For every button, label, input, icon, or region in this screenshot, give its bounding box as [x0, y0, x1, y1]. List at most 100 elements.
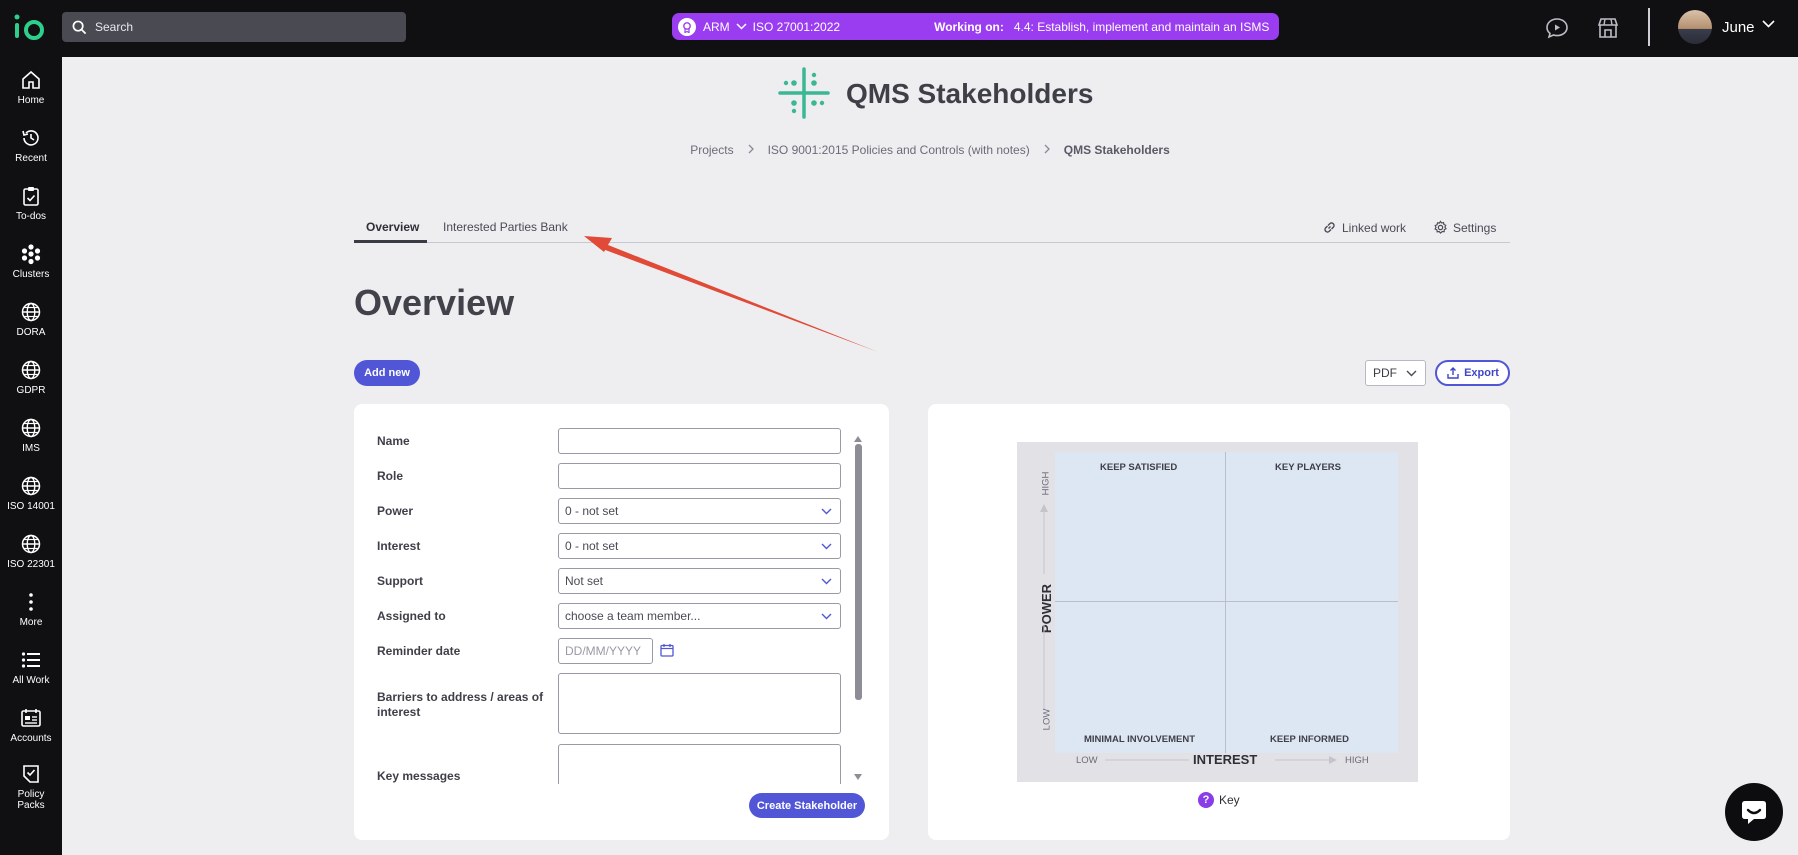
- matrix-divider-vertical: [1225, 452, 1226, 753]
- sidebar-item-label: To-dos: [15, 211, 46, 222]
- export-format-value: PDF: [1373, 366, 1397, 380]
- chevron-down-icon[interactable]: [736, 23, 747, 30]
- award-icon: [678, 17, 696, 36]
- barriers-textarea[interactable]: [558, 673, 841, 734]
- user-name[interactable]: June: [1722, 19, 1755, 36]
- sidebar-item-gdpr[interactable]: GDPR: [0, 359, 62, 415]
- sidebar-item-clusters[interactable]: Clusters: [0, 243, 62, 299]
- quadrant-minimal-involvement: MINIMAL INVOLVEMENT: [1084, 734, 1196, 745]
- chevron-down-icon: [821, 543, 832, 550]
- sidebar: Home Recent To-dos Clusters DORA GDPR IM…: [0, 57, 62, 855]
- globe-icon: [21, 360, 41, 380]
- chevron-down-icon: [821, 613, 832, 620]
- tab-bar: Overview Interested Parties Bank Linked …: [354, 216, 1510, 243]
- list-icon: [21, 652, 40, 668]
- chevron-down-icon[interactable]: [1762, 20, 1775, 28]
- tab-active-indicator: [354, 240, 427, 243]
- scrollbar-thumb[interactable]: [855, 444, 862, 700]
- sidebar-item-dora[interactable]: DORA: [0, 301, 62, 357]
- support-label: Support: [377, 574, 423, 588]
- quadrant-keep-informed: KEEP INFORMED: [1270, 734, 1350, 745]
- store-icon[interactable]: [1595, 15, 1621, 41]
- assigned-value: choose a team member...: [565, 609, 701, 623]
- interest-select[interactable]: 0 - not set: [558, 533, 841, 559]
- sidebar-item-ims[interactable]: IMS: [0, 417, 62, 473]
- x-axis-label: INTEREST: [1193, 752, 1258, 767]
- working-on-label: Working on:: [934, 19, 1004, 34]
- gear-icon: [1434, 220, 1447, 234]
- name-field[interactable]: [558, 428, 841, 454]
- chevron-right-icon: [1044, 143, 1050, 157]
- interest-value: 0 - not set: [565, 539, 619, 553]
- annotation-arrow: [584, 236, 878, 352]
- breadcrumb-projects[interactable]: Projects: [690, 143, 733, 157]
- add-new-button[interactable]: Add new: [354, 360, 420, 386]
- sidebar-item-home[interactable]: Home: [0, 69, 62, 125]
- chevron-down-icon: [821, 508, 832, 515]
- top-bar: Search ARM ISO 27001:2022 Working on: 4.…: [0, 0, 1798, 57]
- sidebar-item-label: Home: [17, 95, 45, 106]
- matrix-key[interactable]: ? Key: [1198, 792, 1240, 808]
- export-format-select[interactable]: PDF: [1365, 360, 1426, 386]
- create-stakeholder-button[interactable]: Create Stakeholder: [749, 793, 865, 818]
- support-select[interactable]: Not set: [558, 568, 841, 594]
- stakeholders-logo-icon: [778, 67, 830, 119]
- sidebar-item-label: Policy Packs: [17, 789, 45, 811]
- context-standard: ISO 27001:2022: [752, 19, 841, 34]
- power-interest-matrix: KEEP SATISFIED KEY PLAYERS MINIMAL INVOL…: [1017, 442, 1418, 782]
- linked-work-link[interactable]: Linked work: [1322, 220, 1406, 235]
- working-on-task[interactable]: 4.4: Establish, implement and maintain a…: [1014, 20, 1269, 34]
- matrix-divider-horizontal: [1055, 601, 1398, 602]
- y-axis-high: HIGH: [1040, 471, 1052, 496]
- upload-icon: [1447, 367, 1459, 379]
- key-messages-textarea[interactable]: [558, 744, 841, 784]
- assigned-select[interactable]: choose a team member...: [558, 603, 841, 629]
- stakeholder-form-card: Name Role Power 0 - not set Interest 0 -…: [354, 404, 889, 840]
- working-context-bar[interactable]: ARM ISO 27001:2022 Working on: 4.4: Esta…: [672, 13, 1279, 40]
- sidebar-item-accounts[interactable]: Accounts: [0, 707, 62, 763]
- chat-support-button[interactable]: [1725, 783, 1783, 841]
- settings-link[interactable]: Settings: [1433, 220, 1496, 235]
- power-select[interactable]: 0 - not set: [558, 498, 841, 524]
- search-placeholder: Search: [95, 20, 134, 34]
- export-button[interactable]: Export: [1435, 360, 1510, 386]
- sidebar-item-iso-22301[interactable]: ISO 22301: [0, 533, 62, 589]
- chevron-right-icon: [748, 143, 754, 157]
- power-label: Power: [377, 504, 414, 518]
- sidebar-item-label: GDPR: [16, 385, 46, 396]
- context-org: ARM: [703, 19, 730, 34]
- breadcrumb-policies[interactable]: ISO 9001:2015 Policies and Controls (wit…: [768, 143, 1030, 157]
- key-label: Key: [1219, 793, 1240, 807]
- tab-overview[interactable]: Overview: [366, 220, 419, 234]
- sidebar-item-label: ISO 14001: [7, 501, 55, 512]
- page-title: QMS Stakeholders: [846, 78, 1094, 109]
- app-logo[interactable]: [13, 12, 47, 42]
- reminder-date-field[interactable]: DD/MM/YYYY: [558, 638, 653, 664]
- clusters-icon: [21, 244, 41, 265]
- chevron-down-icon: [1406, 370, 1417, 377]
- sidebar-item-todos[interactable]: To-dos: [0, 185, 62, 241]
- role-label: Role: [377, 469, 404, 483]
- calendar-icon[interactable]: [660, 643, 674, 657]
- sidebar-item-policy-packs[interactable]: Policy Packs: [0, 763, 62, 819]
- sidebar-item-label: IMS: [22, 443, 40, 454]
- more-vertical-icon: [29, 593, 33, 611]
- video-chat-icon[interactable]: [1544, 15, 1570, 41]
- sidebar-item-iso-14001[interactable]: ISO 14001: [0, 475, 62, 531]
- role-field[interactable]: [558, 463, 841, 489]
- quadrant-keep-satisfied: KEEP SATISFIED: [1100, 462, 1178, 473]
- policy-check-icon: [23, 765, 39, 783]
- tab-interested-parties-bank[interactable]: Interested Parties Bank: [443, 220, 568, 234]
- power-value: 0 - not set: [565, 504, 619, 518]
- sidebar-item-all-work[interactable]: All Work: [0, 649, 62, 705]
- accounts-icon: [21, 709, 41, 727]
- globe-icon: [21, 476, 41, 496]
- barriers-label: Barriers to address / areas of interest: [377, 690, 544, 719]
- chat-icon: [1742, 801, 1766, 824]
- sidebar-item-label: All Work: [12, 675, 50, 686]
- sidebar-item-more[interactable]: More: [0, 591, 62, 647]
- breadcrumb: Projects ISO 9001:2015 Policies and Cont…: [0, 143, 1798, 157]
- globe-icon: [21, 534, 41, 554]
- avatar[interactable]: [1678, 10, 1712, 44]
- search-input[interactable]: Search: [62, 12, 406, 42]
